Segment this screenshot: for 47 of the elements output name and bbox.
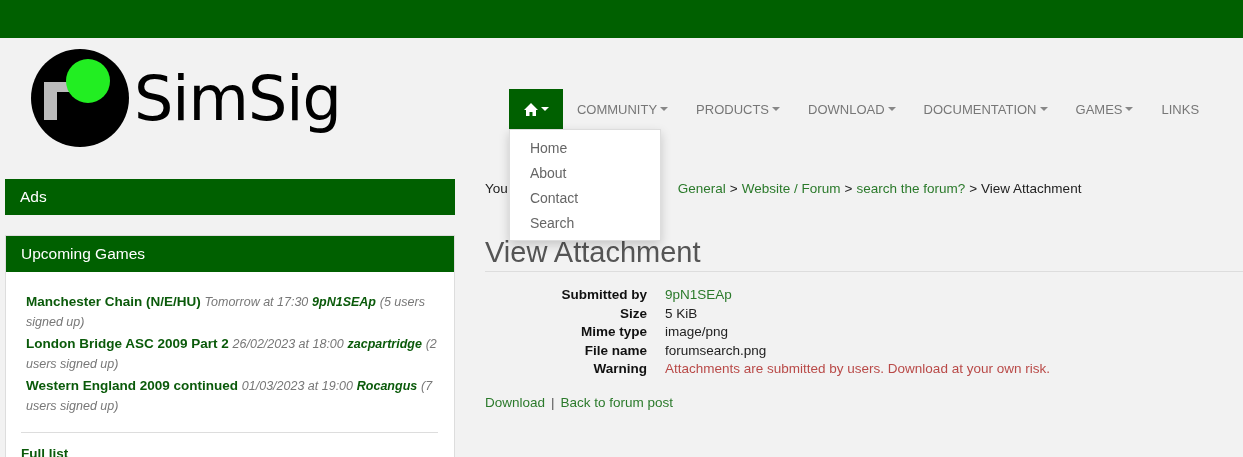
game-link[interactable]: London Bridge ASC 2009 Part 2 xyxy=(26,336,229,351)
detail-link[interactable]: 9pN1SEAp xyxy=(665,286,1050,305)
menu-item[interactable]: Search xyxy=(509,211,660,236)
nav-tab[interactable]: DOWNLOAD xyxy=(794,89,910,129)
nav-tab[interactable]: PRODUCTS xyxy=(682,89,795,129)
home-icon xyxy=(523,102,538,116)
game-entry: Western England 2009 continued 01/03/2023 at 19:00 Rocangus (7 users signed up) xyxy=(26,377,434,415)
breadcrumb-link[interactable]: General xyxy=(677,181,726,196)
detail-value: forumsearch.png xyxy=(665,341,768,360)
action-link[interactable]: Download xyxy=(485,394,546,410)
breadcrumb-current: View Attachment xyxy=(981,181,1082,196)
menu-item[interactable]: Home xyxy=(509,136,660,161)
detail-value: 5 KiB xyxy=(665,304,699,323)
warning-text: Attachments are submitted by users. Download at your own risk. xyxy=(665,360,1050,378)
game-link[interactable]: Western England 2009 continued xyxy=(26,378,239,393)
panel-header: Upcoming Games xyxy=(6,236,454,272)
detail-label: Submitted by xyxy=(560,286,647,304)
host-link[interactable]: 9pN1SEAp xyxy=(312,295,376,309)
nav-tab[interactable] xyxy=(508,89,563,129)
logo-icon xyxy=(30,48,130,148)
page-title: View Attachment xyxy=(485,235,702,269)
panel-header: Ads xyxy=(5,179,455,215)
detail-value: image/png xyxy=(665,323,730,341)
logo-text: SimSig xyxy=(134,61,341,135)
separator: | xyxy=(551,394,555,410)
breadcrumb-separator: > xyxy=(729,181,738,196)
detail-label: Mime type xyxy=(579,323,647,341)
menu-item[interactable]: Contact xyxy=(509,186,660,211)
breadcrumb-link[interactable]: Website / Forum xyxy=(741,181,841,196)
breadcrumb-link[interactable]: search the forum? xyxy=(856,181,966,196)
nav-tab[interactable]: GAMES xyxy=(1061,89,1148,129)
menu-item[interactable]: About xyxy=(509,161,660,186)
detail-label: Warning xyxy=(592,360,647,378)
game-entry: London Bridge ASC 2009 Part 2 26/02/2023 at 18:00 zacpartridge (2 users signed up) xyxy=(26,335,438,373)
nav-tab[interactable]: LINKS xyxy=(1147,89,1214,129)
breadcrumb-separator: > xyxy=(844,181,853,196)
breadcrumb-separator: > xyxy=(969,181,978,196)
nav-tab[interactable]: DOCUMENTATION xyxy=(909,89,1062,129)
action-link[interactable]: Back to forum post xyxy=(560,394,674,410)
nav-tab[interactable]: COMMUNITY xyxy=(562,89,683,129)
host-link[interactable]: zacpartridge xyxy=(347,337,422,351)
detail-label: File name xyxy=(583,341,647,360)
game-entry: Manchester Chain (N/E/HU) Tomorrow at 17:30 9pN1SEAp (5 users signed up) xyxy=(26,293,426,331)
host-link[interactable]: Rocangus xyxy=(356,379,418,393)
game-link[interactable]: Manchester Chain (N/E/HU) xyxy=(26,294,201,309)
breadcrumb-text: You xyxy=(485,180,508,198)
detail-label: Size xyxy=(619,304,647,323)
